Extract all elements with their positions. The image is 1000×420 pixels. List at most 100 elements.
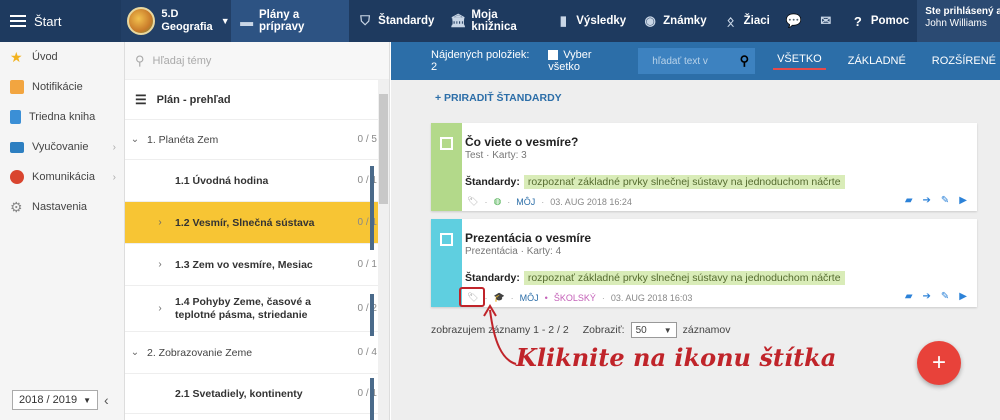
class-selector[interactable]: 5.D Geografia ▼ (121, 0, 232, 42)
tree-lesson-1-1[interactable]: 1.1 Úvodná hodina 0 / 1 (125, 160, 389, 202)
card-checkbox[interactable] (440, 233, 453, 246)
tree-row-label: 1.3 Zem vo vesmíre, Mesiac (175, 258, 313, 271)
card-title[interactable]: Prezentácia o vesmíre (465, 231, 591, 245)
progress-indicator (370, 378, 374, 420)
card-subtitle: Prezentácia · Karty: 4 (465, 246, 562, 257)
card-checkbox[interactable] (440, 137, 453, 150)
tree-chapter-2[interactable]: ⌄ 2. Zobrazovanie Zeme 0 / 4 (125, 332, 389, 374)
separator-dot: · (541, 196, 545, 207)
tree-scrollbar-thumb[interactable] (379, 94, 388, 204)
text-search-placeholder: hľadať text v (652, 55, 708, 67)
nav-standards-label: Štandardy (378, 15, 435, 27)
nav-grades-label: Známky (663, 15, 707, 27)
tab-all[interactable]: VŠETKO (773, 53, 826, 70)
nav-library[interactable]: 🏛 Moja knižnica (442, 0, 547, 42)
standard-tag[interactable]: rozpoznať základné prvky slnečnej sústav… (523, 271, 845, 285)
tab-extended[interactable]: ROZŠÍRENÉ (928, 55, 1000, 67)
sidebar-item-settings[interactable]: ⚙ Nastavenia (0, 192, 124, 222)
sidebar-item-intro[interactable]: ★ Úvod (0, 42, 124, 72)
found-count: Nájdených položiek: 2 (431, 49, 530, 73)
book-icon (10, 110, 21, 124)
card-title[interactable]: Čo viete o vesmíre? (465, 135, 578, 149)
plans-icon: ▬ (240, 13, 254, 29)
tree-row-label: 1. Planéta Zem (147, 133, 219, 146)
play-icon[interactable]: ▶ (959, 291, 967, 302)
user-name: John Williams (925, 18, 987, 29)
user-info[interactable]: Ste prihlásený ako John Williams (917, 0, 1000, 42)
sidebar-item-class-book[interactable]: Triedna kniha (0, 102, 124, 132)
start-menu-button[interactable]: Štart (0, 0, 121, 42)
open-book-icon (10, 141, 24, 153)
nav-plans[interactable]: ▬ Plány a prípravy (231, 0, 350, 42)
chat-button[interactable]: 💬 (778, 0, 810, 42)
nav-students[interactable]: ᛟ Žiaci (715, 0, 778, 42)
folder-icon[interactable]: ▰ (905, 291, 913, 302)
tree-chapter-1[interactable]: ⌄ 1. Planéta Zem 0 / 5 (125, 120, 389, 160)
topic-search[interactable]: ⚲ Hľadaj témy (125, 42, 389, 80)
caret-down-icon: ▼ (663, 325, 672, 335)
globe-icon: ◍ (493, 196, 502, 206)
pencil-icon[interactable]: ✎ (941, 291, 949, 302)
chevron-down-icon: ⌄ (130, 347, 140, 358)
tag-icon[interactable]: 🏷 (467, 196, 478, 207)
envelope-icon (10, 80, 24, 94)
standards-label: Štandardy: (465, 272, 520, 284)
caret-down-icon: ▼ (220, 16, 230, 26)
separator-dot: · (601, 292, 605, 303)
sidebar-item-teaching[interactable]: Vyučovanie › (0, 132, 124, 162)
records-label: záznamov (682, 324, 731, 336)
sidebar-item-label: Triedna kniha (29, 111, 96, 123)
help-button[interactable]: ? Pomoc (842, 0, 917, 42)
tree-lesson-1-2[interactable]: › 1.2 Vesmír, Slnečná sústava 0 / 1 (125, 202, 389, 244)
add-button[interactable]: + (917, 341, 961, 385)
search-icon: ⚲ (135, 52, 145, 68)
plan-overview[interactable]: ☰ Plán - prehľad (125, 80, 389, 120)
sidebar-item-communication[interactable]: Komunikácia › (0, 162, 124, 192)
sign-in-icon[interactable]: ➔ (923, 195, 931, 206)
separator-dot: · (507, 196, 511, 207)
school-year-select[interactable]: 2018 / 2019 ▼ (12, 390, 98, 410)
play-icon[interactable]: ▶ (959, 195, 967, 206)
instruction-callout: Kliknite na ikonu štítka (516, 343, 837, 372)
card-meta: 🏷 · ◍ · MÔJ · 03. AUG 2018 16:24 (467, 196, 632, 207)
nav-plans-label: Plány a prípravy (259, 9, 305, 33)
folder-icon[interactable]: ▰ (905, 195, 913, 206)
sign-in-icon[interactable]: ➔ (923, 291, 931, 302)
nav-results-label: Výsledky (576, 15, 627, 27)
question-icon: ? (853, 13, 862, 29)
sidebar-item-notifications[interactable]: Notifikácie (0, 72, 124, 102)
material-card[interactable]: Čo viete o vesmíre? Test · Karty: 3 Štan… (431, 123, 977, 211)
tab-basic[interactable]: ZÁKLADNÉ (844, 55, 910, 67)
collapse-sidebar-icon[interactable]: ‹ (104, 392, 109, 408)
card-date: 03. AUG 2018 16:03 (610, 292, 693, 303)
tree-lesson-2-1[interactable]: 2.1 Svetadiely, kontinenty 0 / 1 (125, 374, 389, 414)
sidebar-item-label: Nastavenia (32, 201, 88, 213)
pencil-icon[interactable]: ✎ (941, 195, 949, 206)
plan-title: Plán - prehľad (156, 93, 231, 106)
text-search-input[interactable]: hľadať text v ⚲ (638, 48, 756, 74)
chevron-right-icon: › (158, 217, 162, 228)
school-year-value: 2018 / 2019 (19, 394, 78, 406)
tree-row-label: 2. Zobrazovanie Zeme (147, 346, 253, 359)
nav-grades[interactable]: ◉ Známky (634, 0, 714, 42)
chat-icon (10, 170, 24, 184)
select-all-checkbox[interactable]: Vyber všetko (548, 49, 620, 73)
card-actions: ▰ ➔ ✎ ▶ (905, 291, 967, 302)
progress-indicator (370, 294, 374, 336)
tree-lesson-1-3[interactable]: › 1.3 Zem vo vesmíre, Mesiac 0 / 1 (125, 244, 389, 286)
mail-button[interactable]: ✉ (810, 0, 842, 42)
assign-standards-button[interactable]: + PRIRADIŤ ŠTANDARDY (435, 92, 562, 104)
hamburger-icon (10, 15, 26, 27)
material-card[interactable]: Prezentácia o vesmíre Prezentácia · Kart… (431, 219, 977, 307)
topic-search-input[interactable]: Hľadaj témy (153, 55, 212, 67)
topic-tree-panel: ⚲ Hľadaj témy ☰ Plán - prehľad ⌄ 1. Plan… (125, 42, 390, 420)
search-icon[interactable]: ⚲ (740, 53, 750, 69)
standard-tag[interactable]: rozpoznať základné prvky slnečnej sústav… (523, 175, 845, 189)
scope-label: ŠKOLSKÝ (553, 292, 596, 303)
tree-lesson-1-4[interactable]: › 1.4 Pohyby Zeme, časové a teplotné pás… (125, 286, 389, 332)
callout-arrow (483, 304, 517, 365)
page-size-select[interactable]: 50 ▼ (630, 322, 677, 338)
nav-standards[interactable]: ⛉ Štandardy (349, 0, 442, 42)
nav-results[interactable]: ▮ Výsledky (547, 0, 634, 42)
tree-row-label: 1.2 Vesmír, Slnečná sústava (175, 216, 315, 229)
